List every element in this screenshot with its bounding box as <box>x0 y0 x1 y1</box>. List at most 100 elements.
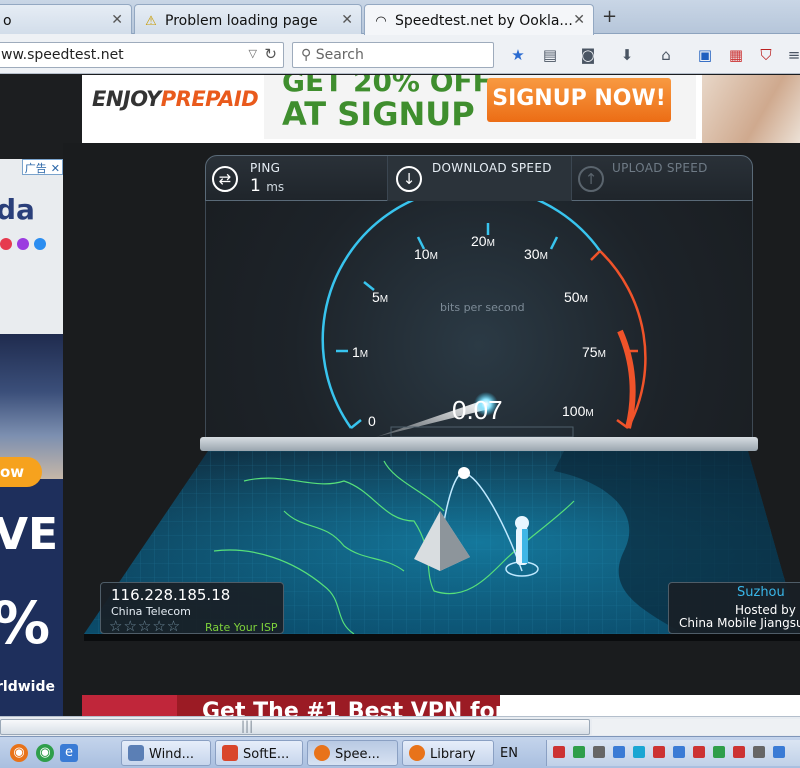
home-icon[interactable]: ⌂ <box>656 46 676 64</box>
firefox-icon <box>314 745 330 761</box>
gauge-arc-red-thick <box>617 329 636 429</box>
platform-ledge <box>84 634 800 641</box>
ad-photo <box>702 75 800 143</box>
shield-icon[interactable]: ⛉ <box>756 46 776 64</box>
tab-speedtest[interactable]: ◠ Speedtest.net by Ookla... ✕ <box>364 4 594 35</box>
taskbar-button-softether[interactable]: SoftE... <box>215 740 303 766</box>
ping-value: 1 ms <box>250 176 285 196</box>
ping-icon: ⇄ <box>212 166 238 192</box>
flag-icon[interactable]: ▦ <box>726 46 746 64</box>
client-info-box: 116.228.185.18 China Telecom ☆☆☆☆☆ Rate … <box>100 582 284 635</box>
language-indicator[interactable]: EN <box>500 746 518 761</box>
side-ad-button[interactable]: ow <box>0 457 42 487</box>
nav-bar: ww.speedtest.net ▽ ↻ ⚲ Search ★ ▤ ◙ ⬇ ⌂ … <box>0 34 800 74</box>
download-label: DOWNLOAD SPEED <box>432 161 552 175</box>
gauge-tick-label: 10M <box>414 246 438 262</box>
side-ad[interactable]: 广告✕ da ow VE % rldwide <box>0 159 63 716</box>
app-icon <box>222 745 238 761</box>
tray-icon[interactable] <box>673 746 685 758</box>
rate-isp-link[interactable]: Rate Your ISP <box>205 621 278 634</box>
tray-icon[interactable] <box>573 746 585 758</box>
signup-button[interactable]: SIGNUP NOW! <box>487 78 671 122</box>
chevron-down-icon[interactable]: ▽ <box>249 47 257 60</box>
gauge-unit-text: bits per second <box>440 301 525 314</box>
page-content: ENJOYPREPAID GET 20% OFF AT SIGNUP SIGNU… <box>0 75 800 716</box>
tray-icon[interactable] <box>773 746 785 758</box>
close-icon[interactable]: ✕ <box>573 12 585 28</box>
close-icon[interactable]: ✕ <box>111 12 123 28</box>
tray-icon[interactable] <box>733 746 745 758</box>
side-ad-dots <box>0 235 51 254</box>
client-ip: 116.228.185.18 <box>111 586 231 604</box>
tray-icon[interactable] <box>613 746 625 758</box>
close-icon[interactable]: ✕ <box>341 12 353 28</box>
ad-offer-line2: AT SIGNUP <box>282 95 475 133</box>
search-input[interactable]: ⚲ Search <box>292 42 494 68</box>
vpn-ad-text: Get The #1 Best VPN for <box>202 699 506 716</box>
gauge-tick-label: 100M <box>562 403 594 419</box>
download-icon[interactable]: ⬇ <box>617 46 637 64</box>
bottom-vpn-ad[interactable]: Get The #1 Best VPN for <box>82 695 506 716</box>
tab-label: Speedtest.net by Ookla... <box>395 13 573 29</box>
tray-icon[interactable] <box>753 746 765 758</box>
server-city[interactable]: Suzhou <box>737 585 785 600</box>
tray-icon[interactable] <box>633 746 645 758</box>
taskbar-button-library[interactable]: Library <box>402 740 494 766</box>
menu-icon[interactable]: ≡ <box>784 46 800 64</box>
speedtest-header: ⇄ PING 1 ms ↓ DOWNLOAD SPEED ↑ UPLOAD SP… <box>205 155 753 202</box>
upload-label: UPLOAD SPEED <box>612 161 708 175</box>
server-info-box: Suzhou Hosted by China Mobile Jiangsu Co <box>668 582 800 634</box>
tab-label: o <box>3 13 12 29</box>
new-tab-button[interactable]: + <box>602 6 617 27</box>
gauge-tick-label: 1M <box>352 344 369 360</box>
search-icon: ⚲ <box>301 47 316 63</box>
save-icon[interactable]: ▣ <box>695 46 715 64</box>
pocket-icon[interactable]: ◙ <box>578 46 598 64</box>
server-name: China Mobile Jiangsu Co <box>679 616 800 630</box>
tray-icon[interactable] <box>653 746 665 758</box>
url-bar[interactable]: ww.speedtest.net ▽ ↻ <box>0 42 284 68</box>
taskbar: ◉ ◉ e Wind... SoftE... Spee... Library E… <box>0 736 800 768</box>
tray-icon[interactable] <box>593 746 605 758</box>
tray-icon[interactable] <box>553 746 565 758</box>
bookmark-star-icon[interactable]: ★ <box>508 46 528 64</box>
side-ad-percent: % <box>0 589 50 657</box>
ping-label: PING <box>250 161 281 175</box>
upload-arrow-icon: ↑ <box>578 166 604 192</box>
chrome-icon[interactable]: ◉ <box>36 744 54 762</box>
system-tray <box>546 740 800 766</box>
reload-icon[interactable]: ↻ <box>264 45 277 63</box>
speedtest-icon: ◠ <box>375 14 387 29</box>
gauge-tick-label: 50M <box>564 289 588 305</box>
scrollbar-thumb[interactable]: ||| <box>0 719 590 735</box>
tab-previous[interactable]: o ✕ <box>0 4 132 34</box>
search-placeholder: Search <box>315 47 364 63</box>
tab-label: Problem loading page <box>165 13 318 29</box>
platform-edge <box>200 437 758 451</box>
top-banner-ad[interactable]: ENJOYPREPAID GET 20% OFF AT SIGNUP SIGNU… <box>82 75 800 143</box>
firefox-icon[interactable]: ◉ <box>10 744 28 762</box>
gauge-tick-label: 20M <box>471 233 495 249</box>
download-arrow-icon: ↓ <box>396 166 422 192</box>
tab-problem-loading[interactable]: ⚠ Problem loading page ✕ <box>134 4 362 34</box>
grip-icon: ||| <box>241 719 254 733</box>
tray-icon[interactable] <box>713 746 725 758</box>
ie-icon[interactable]: e <box>60 744 78 762</box>
tab-bar: o ✕ ⚠ Problem loading page ✕ ◠ Speedtest.n… <box>0 0 800 35</box>
warning-icon: ⚠ <box>145 14 157 29</box>
gauge-arc-blue <box>321 201 602 429</box>
server-hosted-by: Hosted by <box>735 603 796 617</box>
side-ad-brand: da <box>0 193 35 226</box>
bookmarks-list-icon[interactable]: ▤ <box>540 46 560 64</box>
ad-tag[interactable]: 广告 ✕ <box>21 159 63 175</box>
window-icon <box>128 745 144 761</box>
speed-reading: 0.07 <box>452 395 503 425</box>
horizontal-scrollbar[interactable]: ||| <box>0 716 800 736</box>
tray-icon[interactable] <box>693 746 705 758</box>
scrollbar-track[interactable] <box>592 719 800 735</box>
ad-brand: ENJOYPREPAID <box>92 87 259 111</box>
gauge-tick-label: 5M <box>372 289 389 305</box>
taskbar-button-windows[interactable]: Wind... <box>121 740 211 766</box>
taskbar-button-speedtest[interactable]: Spee... <box>307 740 398 766</box>
rating-stars[interactable]: ☆☆☆☆☆ <box>109 617 181 635</box>
